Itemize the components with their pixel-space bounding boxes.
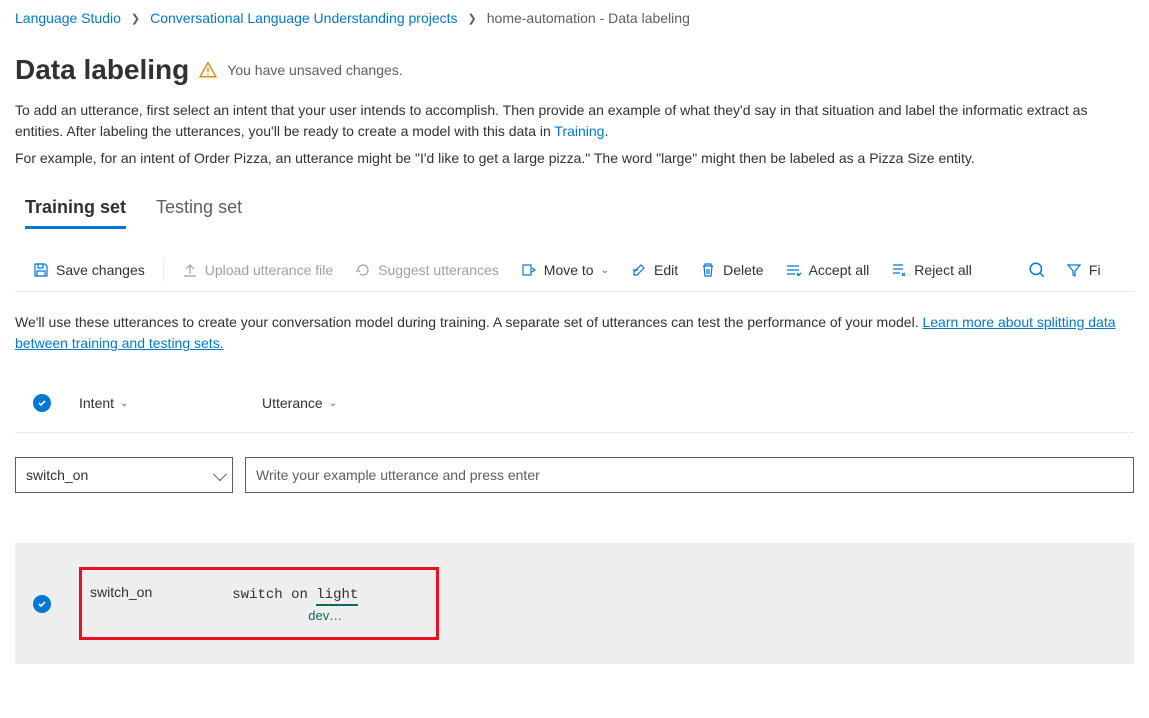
delete-button[interactable]: Delete — [692, 258, 771, 282]
save-changes-label: Save changes — [56, 262, 145, 278]
row-utterance-text: switch on light — [232, 587, 358, 606]
search-button[interactable] — [1022, 257, 1052, 283]
info-text: We'll use these utterances to create you… — [15, 312, 1134, 354]
tabs: Training set Testing set — [15, 197, 1134, 229]
chevron-down-icon: ⌄ — [601, 265, 609, 276]
breadcrumb: Language Studio ❯ Conversational Languag… — [15, 10, 1134, 26]
entity-label[interactable]: dev… — [308, 608, 358, 623]
breadcrumb-current: home-automation - Data labeling — [487, 10, 690, 26]
description-line-1: To add an utterance, first select an int… — [15, 100, 1134, 142]
move-to-label: Move to — [544, 262, 594, 278]
move-to-icon — [521, 262, 537, 278]
breadcrumb-link-clu-projects[interactable]: Conversational Language Understanding pr… — [150, 10, 457, 26]
toolbar: Save changes Upload utterance file Sugge… — [15, 249, 1134, 292]
breadcrumb-link-language-studio[interactable]: Language Studio — [15, 10, 121, 26]
page-title: Data labeling — [15, 54, 189, 86]
row-utterance-cell: switch on light dev… — [232, 584, 358, 623]
edit-label: Edit — [654, 262, 678, 278]
row-checkbox[interactable] — [33, 595, 51, 613]
tab-testing-set[interactable]: Testing set — [156, 197, 242, 229]
column-header-intent[interactable]: Intent ⌄ — [79, 395, 234, 411]
upload-utterance-button[interactable]: Upload utterance file — [174, 258, 341, 282]
tab-training-set[interactable]: Training set — [25, 197, 126, 229]
info-text-body: We'll use these utterances to create you… — [15, 314, 922, 330]
intent-dropdown-value: switch_on — [26, 467, 88, 483]
refresh-icon — [355, 262, 371, 278]
input-row: switch_on — [15, 457, 1134, 493]
reject-all-icon — [891, 262, 907, 278]
utterance-row[interactable]: switch_on switch on light dev… — [15, 543, 1134, 664]
intent-dropdown[interactable]: switch_on — [15, 457, 233, 493]
edit-button[interactable]: Edit — [623, 258, 686, 282]
column-utterance-label: Utterance — [262, 395, 323, 411]
filter-button[interactable]: Fi — [1058, 258, 1109, 282]
unsaved-changes-message: You have unsaved changes. — [227, 62, 402, 78]
filter-icon — [1066, 262, 1082, 278]
column-header-utterance[interactable]: Utterance ⌄ — [262, 395, 337, 411]
chevron-down-icon: ⌄ — [329, 398, 337, 409]
save-icon — [33, 262, 49, 278]
upload-icon — [182, 262, 198, 278]
accept-all-label: Accept all — [809, 262, 870, 278]
move-to-button[interactable]: Move to ⌄ — [513, 258, 617, 282]
suggest-utterances-button[interactable]: Suggest utterances — [347, 258, 507, 282]
accept-all-button[interactable]: Accept all — [778, 258, 878, 282]
reject-all-label: Reject all — [914, 262, 972, 278]
delete-icon — [700, 262, 716, 278]
description-line-2: For example, for an intent of Order Pizz… — [15, 148, 1134, 169]
utterance-input[interactable] — [245, 457, 1134, 493]
toolbar-separator — [163, 258, 164, 282]
chevron-down-icon: ⌄ — [120, 398, 128, 409]
search-icon — [1028, 261, 1046, 279]
row-intent-value: switch_on — [90, 584, 152, 600]
suggest-utterances-label: Suggest utterances — [378, 262, 499, 278]
save-changes-button[interactable]: Save changes — [25, 258, 153, 282]
description-text-end: . — [604, 123, 608, 139]
table-header-row: Intent ⌄ Utterance ⌄ — [15, 374, 1134, 433]
upload-utterance-label: Upload utterance file — [205, 262, 333, 278]
select-all-checkbox[interactable] — [33, 394, 51, 412]
filter-label: Fi — [1089, 262, 1101, 278]
highlighted-utterance-box: switch_on switch on light dev… — [79, 567, 439, 640]
utterance-prefix: switch on — [232, 587, 316, 603]
warning-icon — [199, 61, 217, 79]
entity-token[interactable]: light — [316, 587, 358, 606]
column-intent-label: Intent — [79, 395, 114, 411]
page-header: Data labeling You have unsaved changes. — [15, 54, 1134, 86]
edit-icon — [631, 262, 647, 278]
reject-all-button[interactable]: Reject all — [883, 258, 980, 282]
delete-label: Delete — [723, 262, 763, 278]
chevron-right-icon: ❯ — [468, 12, 477, 25]
chevron-right-icon: ❯ — [131, 12, 140, 25]
training-link[interactable]: Training — [554, 123, 604, 139]
description-text: To add an utterance, first select an int… — [15, 102, 1087, 139]
accept-all-icon — [786, 262, 802, 278]
